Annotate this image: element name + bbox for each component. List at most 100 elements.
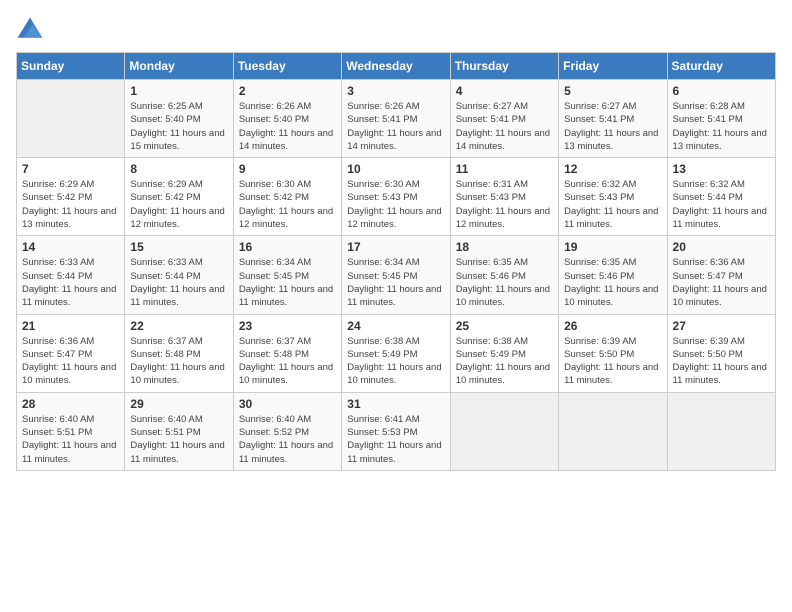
day-cell: 16Sunrise: 6:34 AMSunset: 5:45 PMDayligh… — [233, 236, 341, 314]
day-cell: 5 Sunrise: 6:27 AMSunset: 5:41 PMDaylight… — [559, 80, 667, 158]
day-cell: 10 Sunrise: 6:30 AMSunset: 5:43 PMDayligh… — [342, 158, 450, 236]
day-info: Sunrise: 6:27 AMSunset: 5:41 PMDaylight:… — [456, 100, 553, 153]
day-info: Sunrise: 6:41 AMSunset: 5:53 PMDaylight:… — [347, 413, 444, 466]
day-info: Sunrise: 6:27 AMSunset: 5:41 PMDaylight:… — [564, 100, 661, 153]
day-cell: 15 Sunrise: 6:33 AMSunset: 5:44 PMDayligh… — [125, 236, 233, 314]
day-info: Sunrise: 6:29 AMSunset: 5:42 PMDaylight:… — [130, 178, 227, 231]
day-number: 24 — [347, 319, 444, 333]
col-header-tuesday: Tuesday — [233, 53, 341, 80]
day-info: Sunrise: 6:32 AMSunset: 5:44 PMDaylight:… — [673, 178, 770, 231]
day-info: Sunrise: 6:33 AMSunset: 5:44 PMDaylight:… — [22, 256, 119, 309]
day-cell: 23Sunrise: 6:37 AMSunset: 5:48 PMDayligh… — [233, 314, 341, 392]
day-info: Sunrise: 6:40 AMSunset: 5:52 PMDaylight:… — [239, 413, 336, 466]
day-info: Sunrise: 6:31 AMSunset: 5:43 PMDaylight:… — [456, 178, 553, 231]
day-number: 25 — [456, 319, 553, 333]
calendar-header-row: SundayMondayTuesdayWednesdayThursdayFrid… — [17, 53, 776, 80]
day-number: 17 — [347, 240, 444, 254]
week-row-2: 7 Sunrise: 6:29 AMSunset: 5:42 PMDaylight… — [17, 158, 776, 236]
day-number: 31 — [347, 397, 444, 411]
week-row-1: 1 Sunrise: 6:25 AMSunset: 5:40 PMDaylight… — [17, 80, 776, 158]
day-info: Sunrise: 6:30 AMSunset: 5:43 PMDaylight:… — [347, 178, 444, 231]
day-cell: 18 Sunrise: 6:35 AMSunset: 5:46 PMDayligh… — [450, 236, 558, 314]
day-number: 26 — [564, 319, 661, 333]
col-header-saturday: Saturday — [667, 53, 775, 80]
day-number: 2 — [239, 84, 336, 98]
logo-icon — [16, 16, 44, 44]
day-number: 19 — [564, 240, 661, 254]
day-cell: 9 Sunrise: 6:30 AMSunset: 5:42 PMDaylight… — [233, 158, 341, 236]
day-cell — [559, 392, 667, 470]
day-info: Sunrise: 6:26 AMSunset: 5:41 PMDaylight:… — [347, 100, 444, 153]
day-info: Sunrise: 6:34 AMSunset: 5:45 PMDaylight:… — [239, 256, 336, 309]
day-cell — [450, 392, 558, 470]
col-header-thursday: Thursday — [450, 53, 558, 80]
day-number: 11 — [456, 162, 553, 176]
day-cell: 31 Sunrise: 6:41 AMSunset: 5:53 PMDayligh… — [342, 392, 450, 470]
day-cell: 28 Sunrise: 6:40 AMSunset: 5:51 PMDayligh… — [17, 392, 125, 470]
day-cell: 26 Sunrise: 6:39 AMSunset: 5:50 PMDayligh… — [559, 314, 667, 392]
col-header-friday: Friday — [559, 53, 667, 80]
day-info: Sunrise: 6:38 AMSunset: 5:49 PMDaylight:… — [456, 335, 553, 388]
day-cell: 22 Sunrise: 6:37 AMSunset: 5:48 PMDayligh… — [125, 314, 233, 392]
day-cell: 30 Sunrise: 6:40 AMSunset: 5:52 PMDayligh… — [233, 392, 341, 470]
day-info: Sunrise: 6:30 AMSunset: 5:42 PMDaylight:… — [239, 178, 336, 231]
day-cell: 7 Sunrise: 6:29 AMSunset: 5:42 PMDaylight… — [17, 158, 125, 236]
day-info: Sunrise: 6:32 AMSunset: 5:43 PMDaylight:… — [564, 178, 661, 231]
day-info: Sunrise: 6:39 AMSunset: 5:50 PMDaylight:… — [564, 335, 661, 388]
day-info: Sunrise: 6:36 AMSunset: 5:47 PMDaylight:… — [673, 256, 770, 309]
day-number: 4 — [456, 84, 553, 98]
day-number: 18 — [456, 240, 553, 254]
week-row-4: 21 Sunrise: 6:36 AMSunset: 5:47 PMDayligh… — [17, 314, 776, 392]
calendar-table: SundayMondayTuesdayWednesdayThursdayFrid… — [16, 52, 776, 471]
day-info: Sunrise: 6:37 AMSunset: 5:48 PMDaylight:… — [130, 335, 227, 388]
day-info: Sunrise: 6:25 AMSunset: 5:40 PMDaylight:… — [130, 100, 227, 153]
day-number: 15 — [130, 240, 227, 254]
day-number: 7 — [22, 162, 119, 176]
day-number: 22 — [130, 319, 227, 333]
col-header-sunday: Sunday — [17, 53, 125, 80]
day-info: Sunrise: 6:35 AMSunset: 5:46 PMDaylight:… — [456, 256, 553, 309]
day-info: Sunrise: 6:33 AMSunset: 5:44 PMDaylight:… — [130, 256, 227, 309]
day-info: Sunrise: 6:26 AMSunset: 5:40 PMDaylight:… — [239, 100, 336, 153]
col-header-monday: Monday — [125, 53, 233, 80]
day-info: Sunrise: 6:29 AMSunset: 5:42 PMDaylight:… — [22, 178, 119, 231]
col-header-wednesday: Wednesday — [342, 53, 450, 80]
day-cell: 4 Sunrise: 6:27 AMSunset: 5:41 PMDaylight… — [450, 80, 558, 158]
day-cell: 1 Sunrise: 6:25 AMSunset: 5:40 PMDaylight… — [125, 80, 233, 158]
header — [16, 16, 776, 44]
week-row-3: 14Sunrise: 6:33 AMSunset: 5:44 PMDayligh… — [17, 236, 776, 314]
day-number: 30 — [239, 397, 336, 411]
day-number: 20 — [673, 240, 770, 254]
day-number: 3 — [347, 84, 444, 98]
day-number: 12 — [564, 162, 661, 176]
day-cell: 21 Sunrise: 6:36 AMSunset: 5:47 PMDayligh… — [17, 314, 125, 392]
day-cell: 29 Sunrise: 6:40 AMSunset: 5:51 PMDayligh… — [125, 392, 233, 470]
day-cell: 8Sunrise: 6:29 AMSunset: 5:42 PMDaylight… — [125, 158, 233, 236]
day-cell: 3 Sunrise: 6:26 AMSunset: 5:41 PMDaylight… — [342, 80, 450, 158]
day-cell: 14Sunrise: 6:33 AMSunset: 5:44 PMDayligh… — [17, 236, 125, 314]
day-number: 9 — [239, 162, 336, 176]
day-cell: 13 Sunrise: 6:32 AMSunset: 5:44 PMDayligh… — [667, 158, 775, 236]
day-number: 28 — [22, 397, 119, 411]
logo — [16, 16, 48, 44]
day-info: Sunrise: 6:36 AMSunset: 5:47 PMDaylight:… — [22, 335, 119, 388]
day-number: 29 — [130, 397, 227, 411]
day-number: 1 — [130, 84, 227, 98]
day-cell: 20 Sunrise: 6:36 AMSunset: 5:47 PMDayligh… — [667, 236, 775, 314]
day-cell: 19Sunrise: 6:35 AMSunset: 5:46 PMDayligh… — [559, 236, 667, 314]
day-cell: 12 Sunrise: 6:32 AMSunset: 5:43 PMDayligh… — [559, 158, 667, 236]
day-number: 13 — [673, 162, 770, 176]
day-number: 5 — [564, 84, 661, 98]
day-number: 21 — [22, 319, 119, 333]
day-info: Sunrise: 6:40 AMSunset: 5:51 PMDaylight:… — [130, 413, 227, 466]
day-cell: 27 Sunrise: 6:39 AMSunset: 5:50 PMDayligh… — [667, 314, 775, 392]
day-number: 10 — [347, 162, 444, 176]
day-cell: 2 Sunrise: 6:26 AMSunset: 5:40 PMDaylight… — [233, 80, 341, 158]
day-cell: 24 Sunrise: 6:38 AMSunset: 5:49 PMDayligh… — [342, 314, 450, 392]
day-info: Sunrise: 6:38 AMSunset: 5:49 PMDaylight:… — [347, 335, 444, 388]
day-number: 27 — [673, 319, 770, 333]
day-info: Sunrise: 6:40 AMSunset: 5:51 PMDaylight:… — [22, 413, 119, 466]
day-cell: 25 Sunrise: 6:38 AMSunset: 5:49 PMDayligh… — [450, 314, 558, 392]
day-info: Sunrise: 6:39 AMSunset: 5:50 PMDaylight:… — [673, 335, 770, 388]
day-info: Sunrise: 6:37 AMSunset: 5:48 PMDaylight:… — [239, 335, 336, 388]
